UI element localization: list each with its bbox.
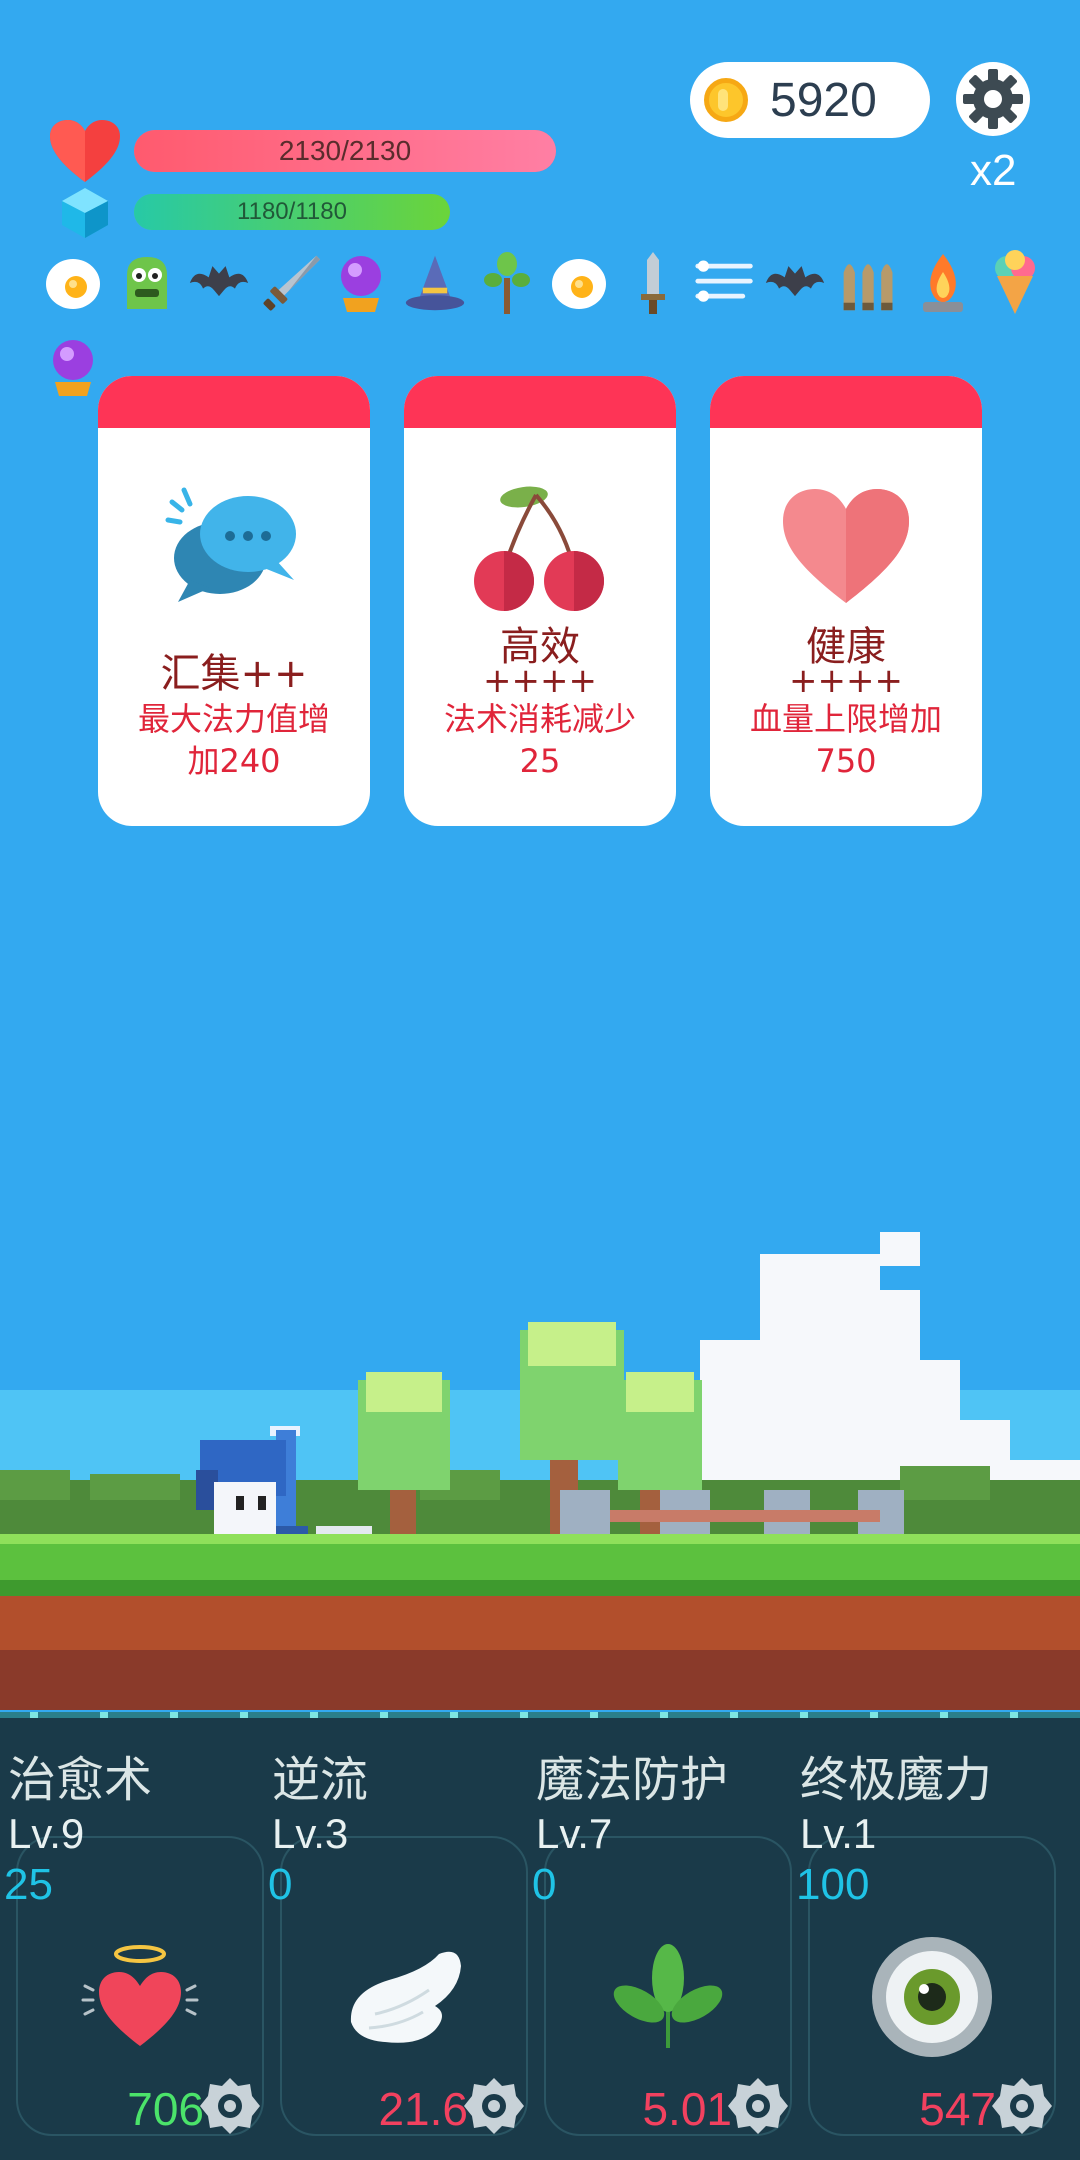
leaf-icon bbox=[613, 1944, 723, 2048]
skill-name: 治愈术 bbox=[8, 1752, 153, 1808]
coin-icon bbox=[704, 78, 748, 122]
upgrade-card-1[interactable]: 汇集++ 最大法力值增 加240 bbox=[98, 376, 370, 826]
skill-slot-ultimate-magic[interactable]: 终极魔力 Lv.1 100 547 bbox=[792, 1712, 1056, 2160]
green-monster-icon[interactable] bbox=[116, 250, 178, 316]
bat-icon[interactable] bbox=[188, 250, 250, 316]
crystal-ball-icon[interactable] bbox=[330, 250, 392, 316]
skill-name: 魔法防护 bbox=[536, 1752, 729, 1808]
skill-slot-backflow[interactable]: 逆流 Lv.3 0 21.6 bbox=[264, 1712, 528, 2160]
eye-icon bbox=[872, 1937, 992, 2057]
skill-level: Lv.9 bbox=[8, 1810, 85, 1857]
coin-value: 5920 bbox=[770, 73, 877, 127]
crystal-ball-icon[interactable] bbox=[42, 334, 104, 400]
bullets-icon[interactable] bbox=[838, 250, 900, 316]
skill-level: Lv.7 bbox=[536, 1810, 613, 1857]
cherry-icon bbox=[474, 486, 604, 611]
heart-icon bbox=[783, 489, 909, 603]
upgrade-cog-icon[interactable] bbox=[198, 2074, 262, 2138]
skill-value: 5.01 bbox=[642, 2083, 732, 2135]
skill-value: 21.6 bbox=[378, 2083, 468, 2135]
wing-icon bbox=[350, 1951, 461, 2043]
card-description-line1: 法术消耗减少 bbox=[443, 700, 636, 738]
card-title: 汇集++ bbox=[160, 651, 308, 697]
wind-lines-icon[interactable] bbox=[694, 250, 756, 316]
card-level-plus: ++++ bbox=[789, 661, 903, 701]
skill-mana-cost: 25 bbox=[4, 1860, 53, 1909]
skill-name: 逆流 bbox=[272, 1752, 369, 1808]
card-description-line1: 最大法力值增 bbox=[137, 700, 330, 738]
mana-crystal-icon bbox=[62, 188, 108, 238]
card-header bbox=[710, 376, 982, 428]
skill-value: 706 bbox=[127, 2083, 204, 2135]
fried-egg-icon[interactable] bbox=[548, 250, 610, 316]
angel-heart-icon bbox=[81, 1945, 199, 2046]
mana-bar: 1180/1180 bbox=[134, 194, 450, 230]
sword-icon[interactable] bbox=[260, 250, 322, 316]
gear-icon bbox=[963, 69, 1023, 129]
card-level-plus: ++++ bbox=[483, 661, 597, 701]
dagger-icon[interactable] bbox=[622, 250, 684, 316]
skill-panel: 治愈术 Lv.9 25 706 逆流 Lv.3 0 21.6 魔法防护 Lv.7… bbox=[0, 1712, 1080, 2160]
skill-name: 终极魔力 bbox=[800, 1752, 993, 1808]
skill-value: 547 bbox=[919, 2083, 996, 2135]
upgrade-cog-icon[interactable] bbox=[990, 2074, 1054, 2138]
wizard-hat-icon[interactable] bbox=[404, 250, 466, 316]
fried-egg-icon[interactable] bbox=[42, 250, 104, 316]
skill-slot-magic-shield[interactable]: 魔法防护 Lv.7 0 5.01 bbox=[528, 1712, 792, 2160]
skill-level: Lv.1 bbox=[800, 1810, 877, 1857]
card-description: 血量上限增加 750 bbox=[720, 698, 972, 782]
skill-slot-heal[interactable]: 治愈术 Lv.9 25 706 bbox=[0, 1712, 264, 2160]
card-description-line2: 加240 bbox=[187, 742, 281, 780]
speech-bubbles-icon bbox=[165, 487, 296, 602]
card-header bbox=[404, 376, 676, 428]
skill-mana-cost: 0 bbox=[268, 1860, 293, 1909]
speed-multiplier[interactable]: x2 bbox=[970, 146, 1016, 196]
coin-counter: 5920 bbox=[690, 62, 930, 138]
skill-mana-cost: 100 bbox=[796, 1860, 870, 1909]
sapling-icon[interactable] bbox=[476, 250, 538, 316]
campfire-icon[interactable] bbox=[912, 250, 974, 316]
bat-icon[interactable] bbox=[764, 250, 826, 316]
card-header bbox=[98, 376, 370, 428]
upgrade-cog-icon[interactable] bbox=[462, 2074, 526, 2138]
ice-cream-icon[interactable] bbox=[984, 250, 1046, 316]
card-description-line2: 750 bbox=[815, 742, 877, 780]
settings-button[interactable] bbox=[956, 62, 1030, 136]
health-bar: 2130/2130 bbox=[134, 130, 556, 172]
skill-level: Lv.3 bbox=[272, 1810, 349, 1857]
heart-icon bbox=[50, 120, 120, 182]
game-scene bbox=[0, 1232, 1080, 1710]
upgrade-cog-icon[interactable] bbox=[726, 2074, 790, 2138]
card-description: 法术消耗减少 25 bbox=[414, 698, 666, 782]
card-description: 最大法力值增 加240 bbox=[108, 698, 360, 782]
card-description-line2: 25 bbox=[519, 742, 561, 780]
upgrade-card-3[interactable]: 健康 ++++ 血量上限增加 750 bbox=[710, 376, 982, 826]
card-description-line1: 血量上限增加 bbox=[749, 700, 942, 738]
skill-mana-cost: 0 bbox=[532, 1860, 557, 1909]
upgrade-card-2[interactable]: 高效 ++++ 法术消耗减少 25 bbox=[404, 376, 676, 826]
health-bar-text: 2130/2130 bbox=[278, 135, 412, 166]
mana-bar-text: 1180/1180 bbox=[237, 198, 347, 225]
